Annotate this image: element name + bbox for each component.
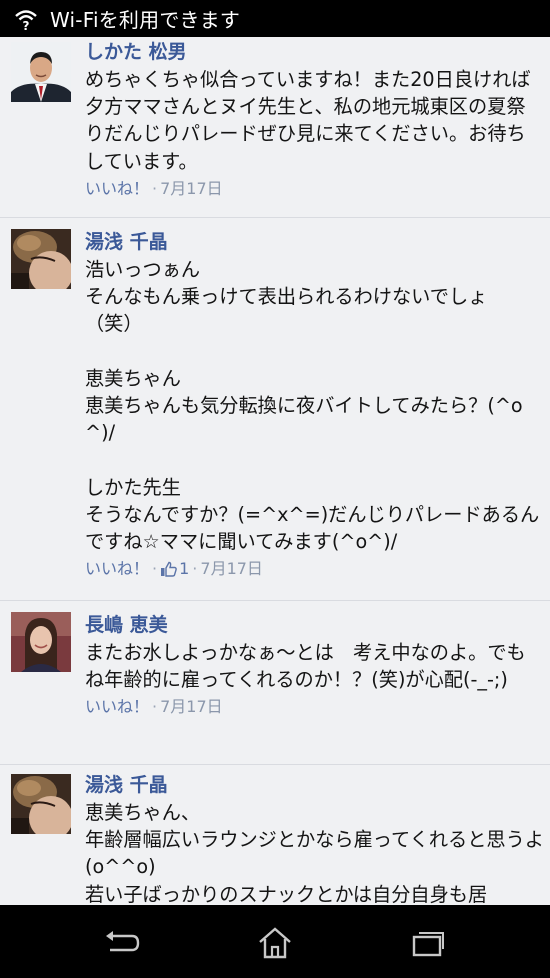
comment-list[interactable]: しかた 松男 めちゃくちゃ似合っていますね！また20日良ければ夕方ママさんとヌイ…: [0, 37, 550, 905]
woman-smiling-photo: [11, 612, 71, 672]
comment-text: またお水しよっかなぁ～とは 考え中なのよ。でもね年齢的に雇ってくれるのか！？(笑…: [85, 641, 526, 692]
woman-hair-updo-photo: [11, 774, 71, 834]
comment-text: 浩いっつぁん そんなもん乗っけて表出られるわけないでしょ（笑） 恵美ちゃん 恵美…: [85, 258, 540, 554]
comment-meta: いいね！ · 7月17日: [85, 695, 544, 719]
status-bar: ? Wi-Fiを利用できます: [0, 0, 550, 37]
like-button[interactable]: いいね！: [85, 177, 149, 201]
comment: 湯浅 千晶 恵美ちゃん、 年齢層幅広いラウンジとかなら雇ってくれると思うよ(o^…: [0, 765, 550, 905]
avatar[interactable]: [11, 42, 71, 102]
man-in-suit-photo: [11, 42, 71, 102]
recent-apps-icon: [412, 932, 444, 957]
svg-text:?: ?: [23, 19, 30, 31]
comment-author[interactable]: 湯浅 千晶: [85, 229, 544, 256]
recent-apps-button[interactable]: [408, 925, 448, 961]
comment-author[interactable]: しかた 松男: [85, 39, 544, 66]
woman-hair-updo-photo: [11, 229, 71, 289]
like-button[interactable]: いいね！: [85, 557, 149, 581]
comment-author[interactable]: 長嶋 恵美: [85, 612, 544, 639]
comment-meta: いいね！ · 7月17日: [85, 177, 544, 201]
wifi-question-icon: ?: [14, 7, 38, 31]
comment: 長嶋 恵美 またお水しよっかなぁ～とは 考え中なのよ。でもね年齢的に雇ってくれる…: [0, 601, 550, 765]
like-count-value: 1: [179, 559, 190, 579]
avatar[interactable]: [11, 229, 71, 289]
back-icon: [106, 931, 140, 952]
comment: しかた 松男 めちゃくちゃ似合っていますね！また20日良ければ夕方ママさんとヌイ…: [0, 37, 550, 218]
thumbs-up-icon: [161, 562, 177, 577]
comment-meta: いいね！ · 1 · 7月17日: [85, 557, 544, 581]
status-text: Wi-Fiを利用できます: [50, 8, 241, 32]
comment-text: めちゃくちゃ似合っていますね！また20日良ければ夕方ママさんとヌイ先生と、私の地…: [85, 68, 531, 173]
back-button[interactable]: [102, 925, 142, 961]
like-button[interactable]: いいね！: [85, 695, 149, 719]
like-count[interactable]: 1: [160, 557, 189, 581]
comment-author[interactable]: 湯浅 千晶: [85, 772, 544, 799]
comment: 湯浅 千晶 浩いっつぁん そんなもん乗っけて表出られるわけないでしょ（笑） 恵美…: [0, 218, 550, 601]
comment-date: 7月17日: [200, 559, 263, 579]
home-button[interactable]: [255, 925, 295, 961]
comment-date: 7月17日: [160, 697, 223, 717]
comment-date: 7月17日: [160, 178, 223, 198]
avatar[interactable]: [11, 774, 71, 834]
home-icon: [259, 927, 291, 959]
avatar[interactable]: [11, 612, 71, 672]
navigation-bar: [0, 905, 550, 978]
comment-text: 恵美ちゃん、 年齢層幅広いラウンジとかなら雇ってくれると思うよ(o^^o) 若い…: [85, 801, 544, 905]
